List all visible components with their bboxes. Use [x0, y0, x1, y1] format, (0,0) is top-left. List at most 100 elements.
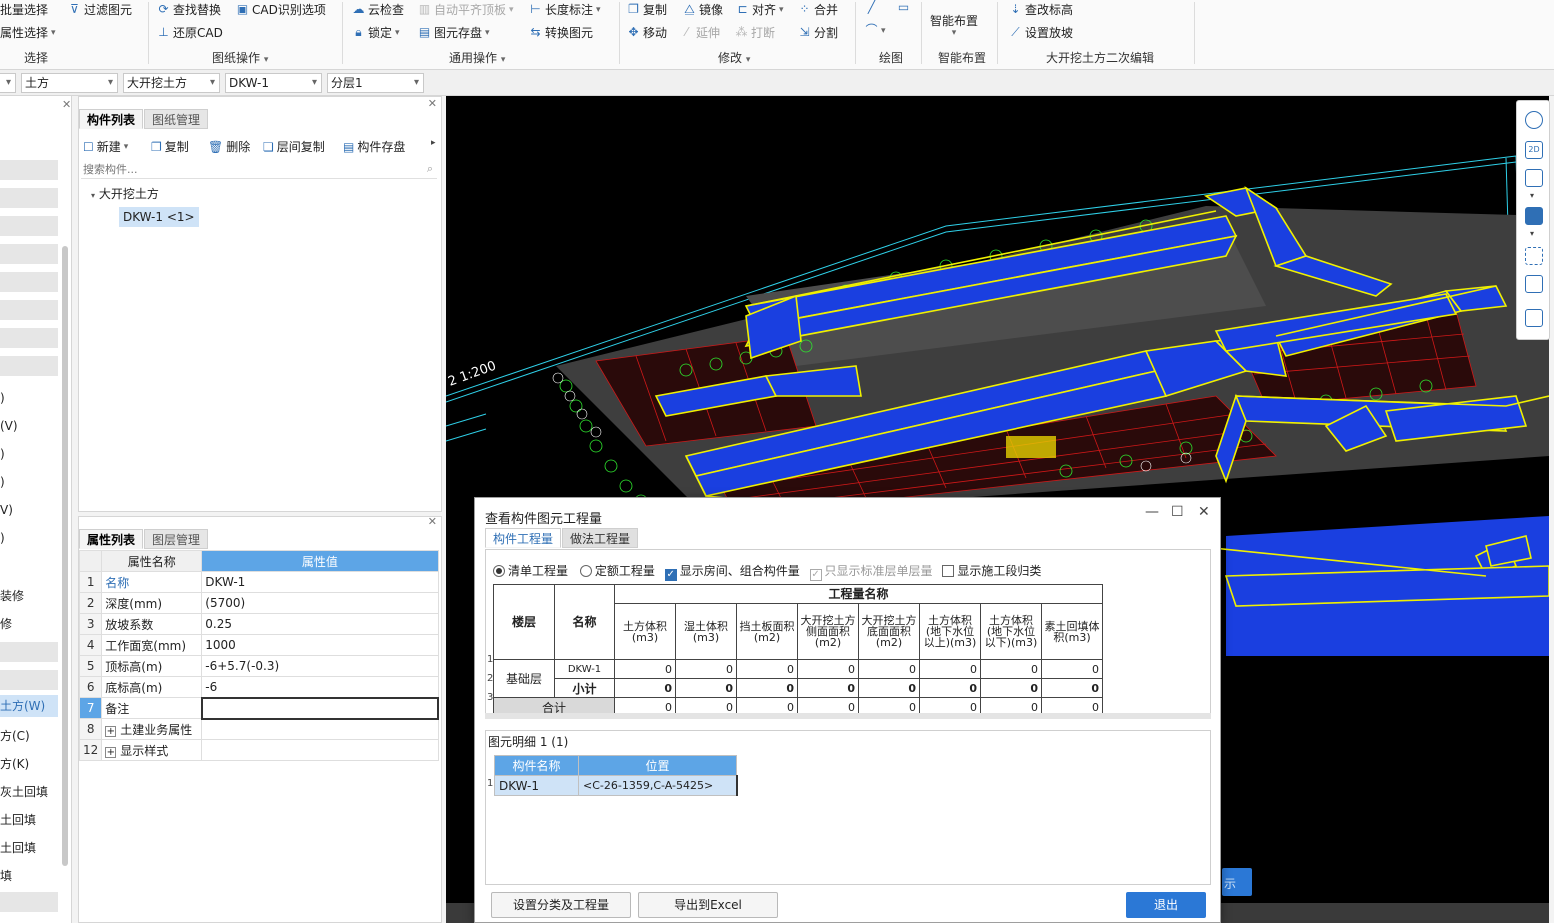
expand-icon[interactable]: +: [105, 725, 117, 737]
exit-button[interactable]: 退出: [1126, 892, 1206, 918]
modify-group-label[interactable]: 修改 ▾: [718, 49, 750, 66]
nav-item[interactable]: V): [0, 503, 13, 517]
property-row[interactable]: 5 顶标高(m) -6+5.7(-0.3): [78, 655, 439, 677]
type-selector[interactable]: 大开挖土方: [123, 73, 220, 93]
nav-folder[interactable]: [0, 188, 58, 208]
copy-button[interactable]: ❐ 复制: [627, 1, 667, 18]
align-button[interactable]: ⊏ 对齐 ▾: [736, 1, 783, 18]
property-value[interactable]: [201, 739, 439, 761]
property-row[interactable]: 12 + 显示样式: [78, 739, 439, 761]
line-tool-button[interactable]: ╱: [865, 1, 878, 14]
nav-folder[interactable]: [0, 160, 58, 180]
nav-item[interactable]: 土回填: [0, 839, 36, 856]
tab-property-list[interactable]: 属性列表: [79, 529, 144, 549]
property-row[interactable]: 4 工作面宽(mm) 1000: [78, 634, 439, 656]
length-dimension-button[interactable]: ⊢ 长度标注 ▾: [529, 1, 600, 18]
component-save-button[interactable]: ▤ 构件存盘: [343, 138, 405, 155]
auto-align-slab-button[interactable]: ▥ 自动平齐顶板 ▾: [418, 1, 514, 18]
property-row[interactable]: 1 名称 DKW-1: [78, 571, 439, 593]
view-list-icon[interactable]: [1525, 309, 1543, 327]
chevron-down-icon[interactable]: ▾: [1530, 191, 1534, 200]
smart-layout-button[interactable]: 智能布置 ▾: [930, 12, 978, 38]
property-row[interactable]: 3 放坡系数 0.25: [78, 613, 439, 635]
batch-select-button[interactable]: 批量选择: [0, 1, 48, 18]
detail-row[interactable]: DKW-1 <C-26-1359,C-A-5425>: [494, 775, 738, 796]
merge-button[interactable]: ⁘ 合并: [798, 1, 838, 18]
rect-tool-button[interactable]: ▭: [897, 1, 910, 14]
close-icon[interactable]: ✕: [62, 98, 71, 111]
nav-item[interactable]: 方(C): [0, 727, 30, 744]
fullscreen-icon[interactable]: [1525, 247, 1543, 265]
common-ops-group-label[interactable]: 通用操作 ▾: [449, 49, 505, 66]
cad-options-button[interactable]: ▣ CAD识别选项: [236, 1, 326, 18]
close-icon[interactable]: ✕: [428, 97, 437, 110]
floor-copy-button[interactable]: ❏ 层间复制: [263, 138, 325, 155]
tree-root[interactable]: ▾ 大开挖土方: [91, 185, 159, 202]
nav-item[interactable]: 填: [0, 867, 12, 884]
nav-folder[interactable]: [0, 300, 58, 320]
nav-folder[interactable]: [0, 892, 58, 912]
expand-icon[interactable]: +: [105, 746, 117, 758]
nav-item[interactable]: 方(K): [0, 755, 29, 772]
restore-cad-button[interactable]: ⊥ 还原CAD: [157, 24, 223, 41]
nav-item[interactable]: 修: [0, 615, 12, 632]
property-row-active[interactable]: 7 备注: [78, 696, 440, 720]
edit-elevation-button[interactable]: ⇣ 查改标高: [1009, 1, 1073, 18]
category-selector[interactable]: 土方: [21, 73, 118, 93]
nav-folder[interactable]: [0, 328, 58, 348]
layer-selector[interactable]: 分层1: [327, 73, 424, 93]
property-value[interactable]: 1000: [201, 634, 439, 656]
convert-element-button[interactable]: ⇆ 转换图元: [529, 24, 593, 41]
classify-settings-button[interactable]: 设置分类及工程量: [491, 892, 631, 918]
nav-folder[interactable]: [0, 216, 58, 236]
set-slope-button[interactable]: ⟋ 设置放坡: [1009, 24, 1073, 41]
tab-component-list[interactable]: 构件列表: [79, 109, 144, 129]
new-component-button[interactable]: ☐ 新建 ▾: [83, 138, 128, 155]
nav-item[interactable]: (V): [0, 419, 18, 433]
view-cube-icon[interactable]: [1525, 275, 1543, 293]
minimize-icon[interactable]: —: [1145, 504, 1159, 520]
tab-layer-manage[interactable]: 图层管理: [144, 529, 209, 549]
move-button[interactable]: ✥ 移动: [627, 24, 667, 41]
tab-component-quantity[interactable]: 构件工程量: [485, 528, 562, 548]
lock-button[interactable]: 🔒︎ 锁定 ▾: [352, 24, 399, 41]
nav-folder[interactable]: [0, 356, 58, 376]
property-value[interactable]: DKW-1: [201, 571, 439, 593]
arc-tool-button[interactable]: ⌒ ▾: [865, 24, 885, 37]
nav-item[interactable]: 灰土回填: [0, 783, 48, 800]
mirror-button[interactable]: ⧋ 镜像: [683, 1, 723, 18]
property-value[interactable]: -6: [201, 676, 439, 698]
subtotal-row[interactable]: 小计 00000000: [494, 678, 1103, 698]
nav-item[interactable]: 装修: [0, 587, 24, 604]
property-value[interactable]: 0.25: [201, 613, 439, 635]
component-selector[interactable]: DKW-1: [225, 73, 322, 93]
nav-item[interactable]: ): [0, 475, 5, 489]
delete-component-button[interactable]: 🗑︎ 删除: [208, 138, 250, 155]
quota-quantity-radio[interactable]: 定额工程量: [579, 564, 655, 578]
solid-view-icon[interactable]: [1525, 207, 1543, 225]
standard-floor-checkbox[interactable]: ✓ 只显示标准层单层量: [809, 564, 933, 581]
property-row[interactable]: 6 底标高(m) -6: [78, 676, 439, 698]
property-row[interactable]: 2 深度(mm) (5700): [78, 592, 439, 614]
show-room-checkbox[interactable]: ✓ 显示房间、组合构件量: [664, 564, 800, 581]
nav-folder[interactable]: [0, 244, 58, 264]
chevron-down-icon[interactable]: ▾: [1530, 229, 1534, 238]
table-scrollbar[interactable]: [485, 713, 1211, 719]
nav-folder[interactable]: [0, 642, 58, 662]
tree-item-selected[interactable]: DKW-1 <1>: [119, 207, 199, 227]
property-value[interactable]: (5700): [201, 592, 439, 614]
element-save-button[interactable]: ▤ 图元存盘 ▾: [418, 24, 490, 41]
property-value[interactable]: -6+5.7(-0.3): [201, 655, 439, 677]
break-button[interactable]: ⁂ 打断: [735, 24, 776, 41]
find-replace-button[interactable]: ⟳ 查找替换: [157, 1, 221, 18]
construction-section-checkbox[interactable]: 显示施工段归类: [942, 564, 1041, 578]
maximize-icon[interactable]: ☐: [1171, 504, 1184, 520]
more-icon[interactable]: ▸: [431, 138, 436, 148]
3d-view-icon[interactable]: [1525, 169, 1543, 187]
remark-input[interactable]: [200, 696, 440, 720]
2d-view-icon[interactable]: 2D: [1525, 141, 1543, 159]
nav-item[interactable]: ): [0, 391, 5, 405]
tab-drawing-manage[interactable]: 图纸管理: [144, 109, 209, 129]
split-button[interactable]: ⇲ 分割: [798, 24, 838, 41]
nav-folder[interactable]: [0, 670, 58, 690]
